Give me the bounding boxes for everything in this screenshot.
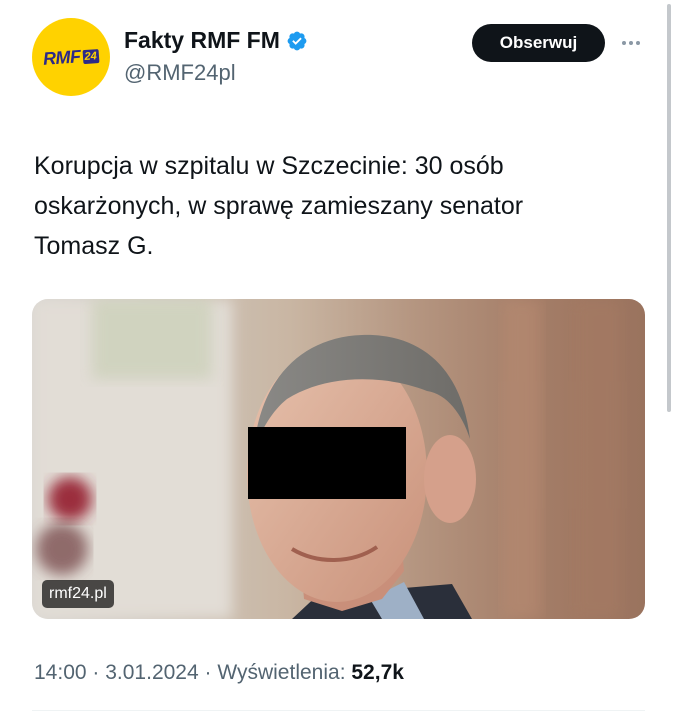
author-handle[interactable]: @RMF24pl	[124, 60, 236, 86]
tweet-photo[interactable]: rmf24.pl	[32, 299, 645, 619]
more-dot	[622, 41, 626, 45]
divider	[32, 710, 645, 711]
tweet-text-line: oskarżonych, w sprawę zamieszany senator	[34, 192, 524, 220]
tweet-meta: 14:00 · 3.01.2024 · Wyświetlenia: 52,7k	[34, 661, 404, 685]
meta-separator: ·	[198, 661, 218, 684]
more-dot	[636, 41, 640, 45]
tweet-text-line: Korupcja w szpitalu w Szczecinie: 30 osó…	[34, 152, 504, 180]
author-display-name[interactable]: Fakty RMF FM	[124, 27, 280, 54]
tweet-text-line: Tomasz G.	[34, 232, 154, 260]
logo-text: RMF	[42, 45, 82, 69]
tweet-text: Korupcja w szpitalu w Szczecinie: 30 osó…	[34, 146, 644, 266]
views-label: Wyświetlenia:	[217, 661, 346, 684]
scrollbar[interactable]	[667, 4, 671, 412]
more-dot	[629, 41, 633, 45]
verified-badge-icon	[287, 31, 307, 50]
more-horizontal-icon[interactable]	[614, 28, 648, 58]
follow-button[interactable]: Obserwuj	[472, 24, 605, 62]
tweet-time[interactable]: 14:00	[34, 661, 87, 684]
logo-number: 24	[82, 48, 100, 64]
tweet-date[interactable]: 3.01.2024	[105, 661, 198, 684]
views-count: 52,7k	[351, 661, 404, 684]
censor-bar	[248, 427, 406, 499]
meta-separator: ·	[86, 661, 106, 684]
media-source-badge: rmf24.pl	[42, 580, 114, 608]
author-avatar[interactable]: RMF 24	[32, 18, 110, 96]
rmf24-logo: RMF 24	[42, 45, 100, 70]
author-name-row: Fakty RMF FM	[124, 27, 308, 54]
